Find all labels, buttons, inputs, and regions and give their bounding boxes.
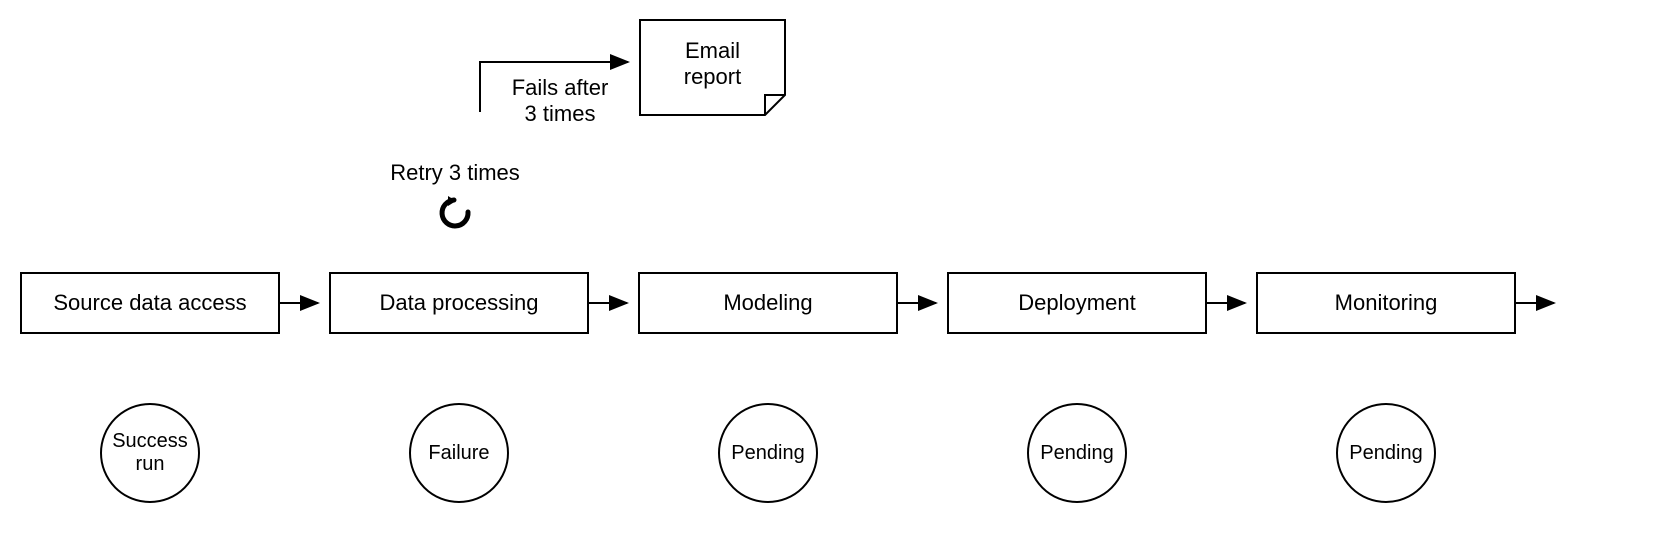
step-label: Monitoring: [1335, 289, 1438, 317]
status-monitoring: Pending: [1336, 403, 1436, 503]
status-label: Pending: [1040, 442, 1113, 465]
status-label: Pending: [1349, 442, 1422, 465]
status-source-data-access: Success run: [100, 403, 200, 503]
status-label: Pending: [731, 442, 804, 465]
step-data-processing: Data processing: [329, 272, 589, 334]
step-deployment: Deployment: [947, 272, 1207, 334]
step-monitoring: Monitoring: [1256, 272, 1516, 334]
status-label: Success run: [112, 430, 188, 476]
email-report-note: Email report: [640, 38, 785, 91]
pipeline-diagram: Email report Fails after 3 times Retry 3…: [0, 0, 1665, 544]
step-label: Source data access: [53, 289, 246, 317]
step-source-data-access: Source data access: [20, 272, 280, 334]
step-label: Modeling: [723, 289, 812, 317]
retry-label: Retry 3 times: [355, 160, 555, 186]
status-label: Failure: [428, 442, 489, 465]
step-label: Deployment: [1018, 289, 1135, 317]
status-deployment: Pending: [1027, 403, 1127, 503]
step-modeling: Modeling: [638, 272, 898, 334]
fails-after-label: Fails after 3 times: [490, 75, 630, 128]
status-data-processing: Failure: [409, 403, 509, 503]
step-label: Data processing: [380, 289, 539, 317]
status-modeling: Pending: [718, 403, 818, 503]
